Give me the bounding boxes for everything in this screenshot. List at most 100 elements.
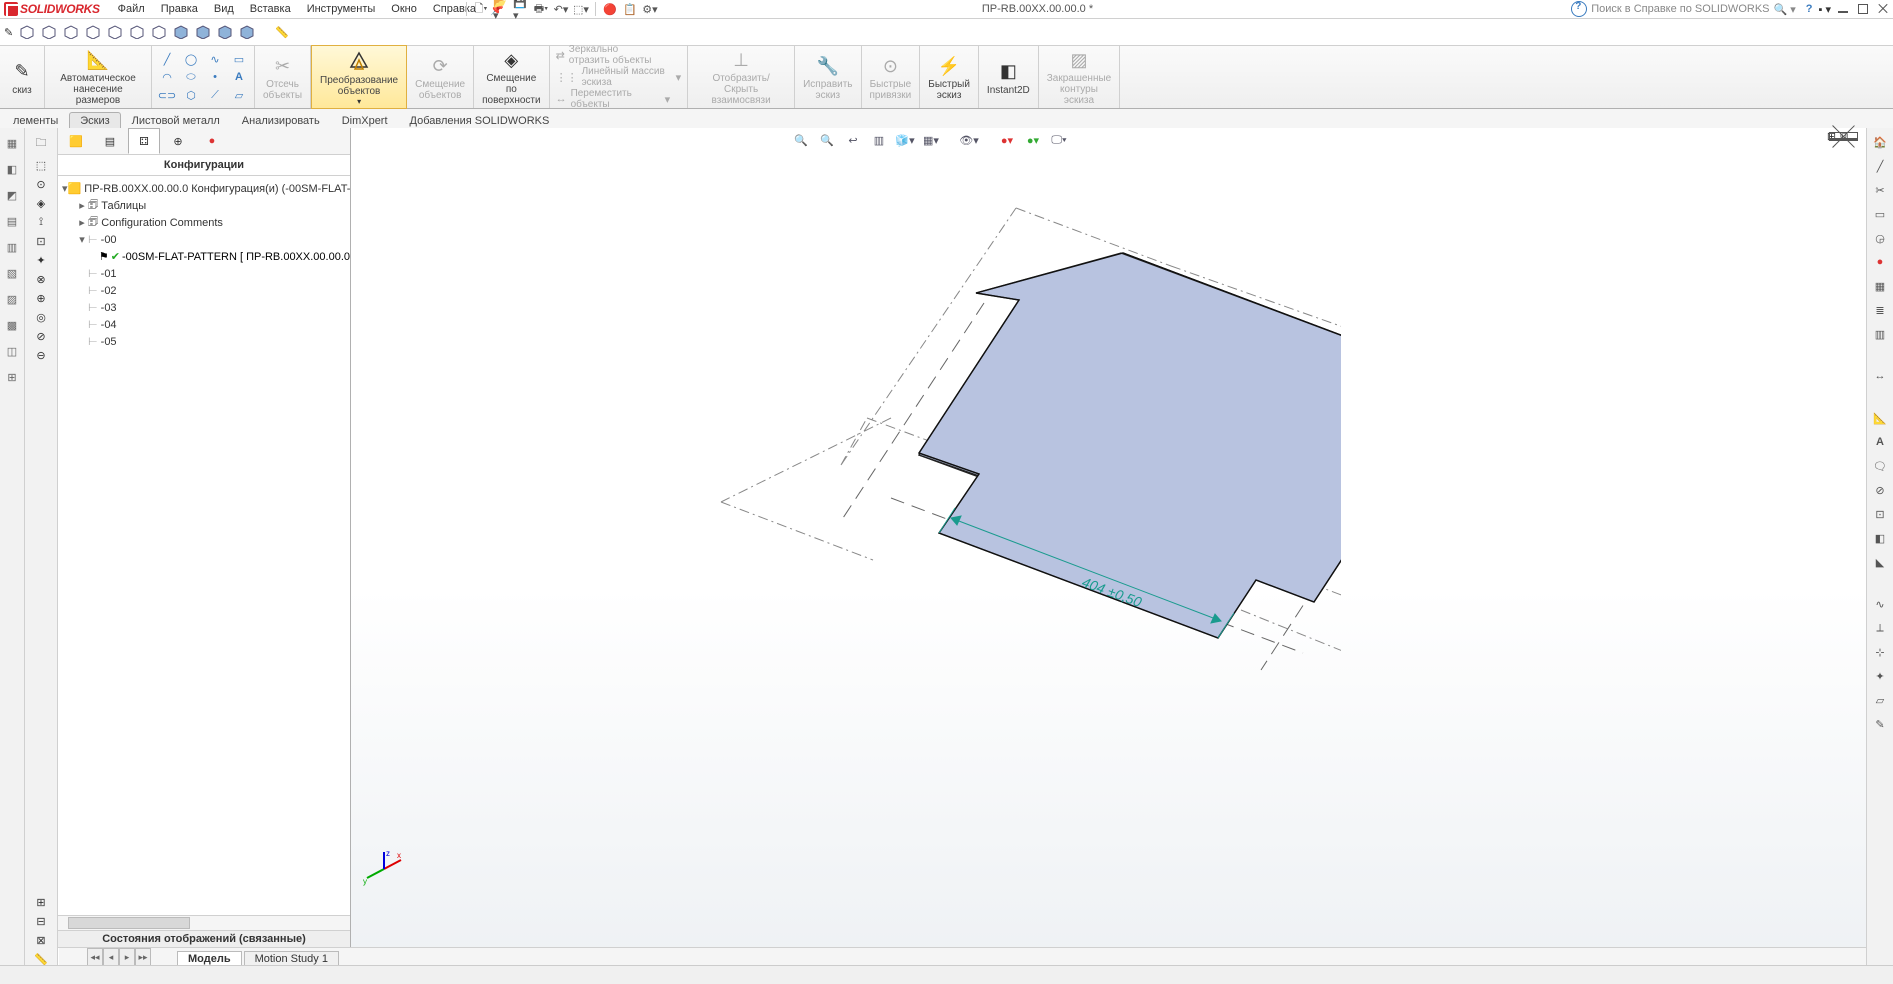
fillet-icon[interactable] bbox=[173, 25, 189, 39]
sweep-icon[interactable] bbox=[63, 25, 79, 39]
r-smart-icon[interactable]: 📐 bbox=[1870, 408, 1890, 428]
gutter2-icon[interactable]: ◎ bbox=[36, 311, 46, 324]
r-list-icon[interactable]: ≣ bbox=[1870, 300, 1890, 320]
select-icon[interactable]: ⬚▾ bbox=[573, 1, 589, 17]
gutter1-icon[interactable]: ⊞ bbox=[3, 368, 21, 386]
save-icon[interactable]: 💾▾ bbox=[513, 1, 529, 17]
r-axis-icon[interactable]: ⊹ bbox=[1870, 642, 1890, 662]
ribbon-instant2d[interactable]: ◧ Instant2D bbox=[979, 46, 1039, 108]
r-curve-icon[interactable]: ∿ bbox=[1870, 594, 1890, 614]
r-weld-icon[interactable]: ◣ bbox=[1870, 552, 1890, 572]
gutter1-icon[interactable]: ◧ bbox=[3, 160, 21, 178]
view-triad[interactable]: x y z bbox=[363, 848, 405, 890]
ribbon-offset-on-surface[interactable]: ◈ Смещение по поверхности bbox=[474, 46, 549, 108]
tree-cfg-05[interactable]: -05 bbox=[101, 336, 117, 348]
arc-icon[interactable]: ◠ bbox=[158, 68, 176, 86]
window-close-icon[interactable] bbox=[1876, 2, 1890, 16]
gutter2-icon[interactable]: ⟟ bbox=[39, 216, 43, 229]
chamfer-icon[interactable] bbox=[195, 25, 211, 39]
extrude-icon[interactable] bbox=[19, 25, 35, 39]
rebuild-icon[interactable]: 🔴 bbox=[602, 1, 618, 17]
centerline-icon[interactable]: ⟋ bbox=[206, 86, 224, 104]
menu-tools[interactable]: Инструменты bbox=[299, 0, 384, 18]
tab-dimxpert[interactable]: DimXpert bbox=[331, 112, 399, 129]
rib-icon[interactable] bbox=[217, 25, 233, 39]
gutter2-icon[interactable]: ⊕ bbox=[36, 292, 45, 305]
zoom-area-icon[interactable]: 🔍 bbox=[817, 130, 837, 150]
tree-cfg-00[interactable]: -00 bbox=[101, 234, 117, 246]
tree-h-scrollbar[interactable] bbox=[58, 915, 350, 930]
new-doc-icon[interactable]: 🗋▾ bbox=[473, 1, 489, 17]
scene-icon[interactable]: ●▾ bbox=[1023, 130, 1043, 150]
r-plane-icon[interactable]: ▱ bbox=[1870, 690, 1890, 710]
plane-icon[interactable]: ▱ bbox=[230, 86, 248, 104]
r-line-icon[interactable]: ╱ bbox=[1870, 156, 1890, 176]
settings-icon[interactable]: ⚙▾ bbox=[642, 1, 658, 17]
view-orient-icon[interactable]: 🧊▾ bbox=[895, 130, 915, 150]
tree-tab-appearance[interactable]: ● bbox=[196, 128, 228, 154]
r-scene-icon[interactable]: ● bbox=[1870, 252, 1890, 272]
cut-extrude-icon[interactable] bbox=[129, 25, 145, 39]
spline-icon[interactable]: ∿ bbox=[206, 50, 224, 68]
tab-addins[interactable]: Добавления SOLIDWORKS bbox=[399, 112, 561, 129]
r-balloon-icon[interactable]: 🗨 bbox=[1870, 456, 1890, 476]
tree-cfg-03[interactable]: -03 bbox=[101, 302, 117, 314]
r-sketch2-icon[interactable]: ✎ bbox=[1870, 714, 1890, 734]
r-ref-icon[interactable]: ⟂ bbox=[1870, 618, 1890, 638]
gutter1-icon[interactable]: ▦ bbox=[3, 134, 21, 152]
sketch-icon[interactable]: ✎ bbox=[4, 26, 13, 39]
tab-sketch[interactable]: Эскиз bbox=[69, 112, 120, 129]
tree-tables[interactable]: Таблицы bbox=[101, 200, 146, 212]
gutter1-icon[interactable]: ▨ bbox=[3, 290, 21, 308]
window-minimize-icon[interactable] bbox=[1836, 2, 1850, 16]
ellipse-icon[interactable]: ⬭ bbox=[182, 68, 200, 86]
tab-nav[interactable]: ◂◂◂▸▸▸ bbox=[87, 948, 151, 966]
bottom-tab-model[interactable]: Модель bbox=[177, 951, 242, 966]
tree-tab-property[interactable]: ▤ bbox=[94, 128, 126, 154]
tree-tab-feature[interactable]: 🟨 bbox=[60, 128, 92, 154]
help-button[interactable]: ? bbox=[1806, 3, 1813, 15]
view-settings-icon[interactable]: 🖵▾ bbox=[1049, 130, 1069, 150]
appearance-icon[interactable]: ●▾ bbox=[997, 130, 1017, 150]
hide-show-icon[interactable]: 👁▾ bbox=[959, 130, 979, 150]
gutter2-icon[interactable]: ◈ bbox=[37, 197, 45, 210]
home-icon[interactable]: 🏠 bbox=[1870, 132, 1890, 152]
menu-file[interactable]: Файл bbox=[110, 0, 153, 18]
config-tree[interactable]: ▾🟨 ПР-RB.00XX.00.00.0 Конфигурация(и) (-… bbox=[58, 176, 350, 915]
gutter2-icon[interactable]: ⊡ bbox=[36, 235, 45, 248]
menu-window[interactable]: Окно bbox=[383, 0, 425, 18]
r-dim-icon[interactable]: ↔ bbox=[1870, 366, 1890, 386]
menu-edit[interactable]: Правка bbox=[153, 0, 206, 18]
gutter2-icon[interactable]: ⊠ bbox=[36, 934, 45, 947]
gutter1-icon[interactable]: ◫ bbox=[3, 342, 21, 360]
gutter2-icon[interactable]: ⊘ bbox=[36, 330, 45, 343]
tree-comments[interactable]: Configuration Comments bbox=[101, 217, 223, 229]
boundary-icon[interactable] bbox=[107, 25, 123, 39]
tree-cfg-01[interactable]: -01 bbox=[101, 268, 117, 280]
gutter1-icon[interactable]: ▩ bbox=[3, 316, 21, 334]
options-icon[interactable]: 📋 bbox=[622, 1, 638, 17]
ribbon-sketch[interactable]: ✎ скиз bbox=[0, 46, 45, 108]
gutter2-icon[interactable]: ⊙ bbox=[36, 178, 45, 191]
section-view-icon[interactable]: ▥ bbox=[869, 130, 889, 150]
model-viewport[interactable]: 🔍 🔍 ↩ ▥ 🧊▾ ▦▾ 👁▾ ●▾ ●▾ 🖵▾ ⊞ ⧉ bbox=[351, 128, 1866, 966]
gutter2-icon[interactable]: ⬚ bbox=[36, 159, 46, 172]
r-gd-icon[interactable]: ⊡ bbox=[1870, 504, 1890, 524]
tree-tab-dim[interactable]: ⊕ bbox=[162, 128, 194, 154]
tab-sheetmetal[interactable]: Листовой металл bbox=[121, 112, 231, 129]
r-fillet-icon[interactable]: ◶ bbox=[1870, 228, 1890, 248]
window-maximize-icon[interactable] bbox=[1856, 2, 1870, 16]
menu-insert[interactable]: Вставка bbox=[242, 0, 299, 18]
tree-cfg-04[interactable]: -04 bbox=[101, 319, 117, 331]
r-rect-icon[interactable]: ▭ bbox=[1870, 204, 1890, 224]
gutter2-icon[interactable]: ⊗ bbox=[36, 273, 45, 286]
measure-icon[interactable]: 📏 bbox=[275, 26, 289, 39]
tab-analyze[interactable]: Анализировать bbox=[231, 112, 331, 129]
display-style-icon[interactable]: ▦▾ bbox=[921, 130, 941, 150]
r-datum-icon[interactable]: ◧ bbox=[1870, 528, 1890, 548]
prev-view-icon[interactable]: ↩ bbox=[843, 130, 863, 150]
gutter1-icon[interactable]: ▤ bbox=[3, 212, 21, 230]
cut-revolve-icon[interactable] bbox=[151, 25, 167, 39]
r-trim-icon[interactable]: ✂ bbox=[1870, 180, 1890, 200]
ribbon-rapid-sketch[interactable]: ⚡ Быстрый эскиз bbox=[920, 46, 979, 108]
